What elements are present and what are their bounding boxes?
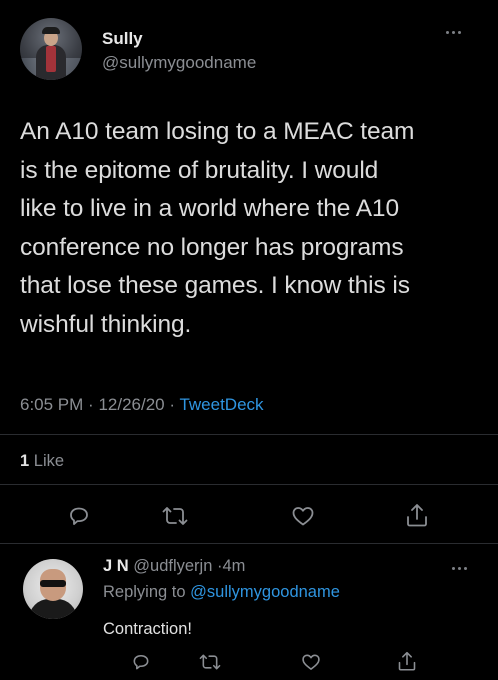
reply-age: 4m [222, 557, 246, 575]
reply-author-handle[interactable]: @udflyerjn [133, 557, 212, 575]
divider [0, 543, 498, 544]
reply-share-icon[interactable] [394, 648, 420, 674]
tweet-source-link[interactable]: TweetDeck [179, 395, 263, 414]
likes-summary[interactable]: 1 Like [20, 452, 64, 471]
more-icon[interactable] [446, 31, 472, 43]
meta-separator: · [88, 395, 99, 414]
reply-text: Contraction! [103, 620, 192, 638]
reply-more-icon[interactable] [452, 567, 467, 570]
replying-to-prefix: Replying to [103, 583, 186, 601]
like-count: 1 [20, 452, 30, 470]
tweet-time: 6:05 PM [20, 395, 84, 414]
author-avatar[interactable] [20, 18, 82, 80]
avatar-figure-body [29, 599, 77, 619]
reply-header: J N @udflyerjn ·4m [103, 557, 245, 576]
reply-retweet-icon[interactable] [196, 651, 224, 673]
author-name[interactable]: Sully [102, 29, 143, 49]
avatar-figure-sunglasses [40, 580, 66, 587]
retweet-icon[interactable] [159, 503, 191, 529]
meta-separator: · [169, 395, 180, 414]
author-handle[interactable]: @sullymygoodname [102, 53, 256, 73]
divider [0, 484, 498, 485]
divider [0, 434, 498, 435]
reply-icon[interactable] [64, 503, 94, 529]
reply-author-name[interactable]: J N [103, 557, 129, 575]
like-icon[interactable] [288, 503, 318, 529]
replying-to-mention[interactable]: @sullymygoodname [190, 583, 340, 601]
avatar-figure-scarf [46, 46, 56, 72]
reply-author-avatar[interactable] [23, 559, 83, 619]
reply-reply-icon[interactable] [128, 651, 154, 673]
like-label: Like [33, 452, 65, 470]
reply-like-icon[interactable] [298, 651, 324, 673]
avatar-figure-hat [42, 27, 60, 34]
tweet-date: 12/26/20 [98, 395, 165, 414]
replying-to-line: Replying to @sullymygoodname [103, 583, 340, 602]
tweet-meta: 6:05 PM · 12/26/20 · TweetDeck [20, 395, 264, 415]
share-icon[interactable] [402, 501, 432, 529]
tweet-text: An A10 team losing to a MEAC team is the… [20, 118, 415, 338]
